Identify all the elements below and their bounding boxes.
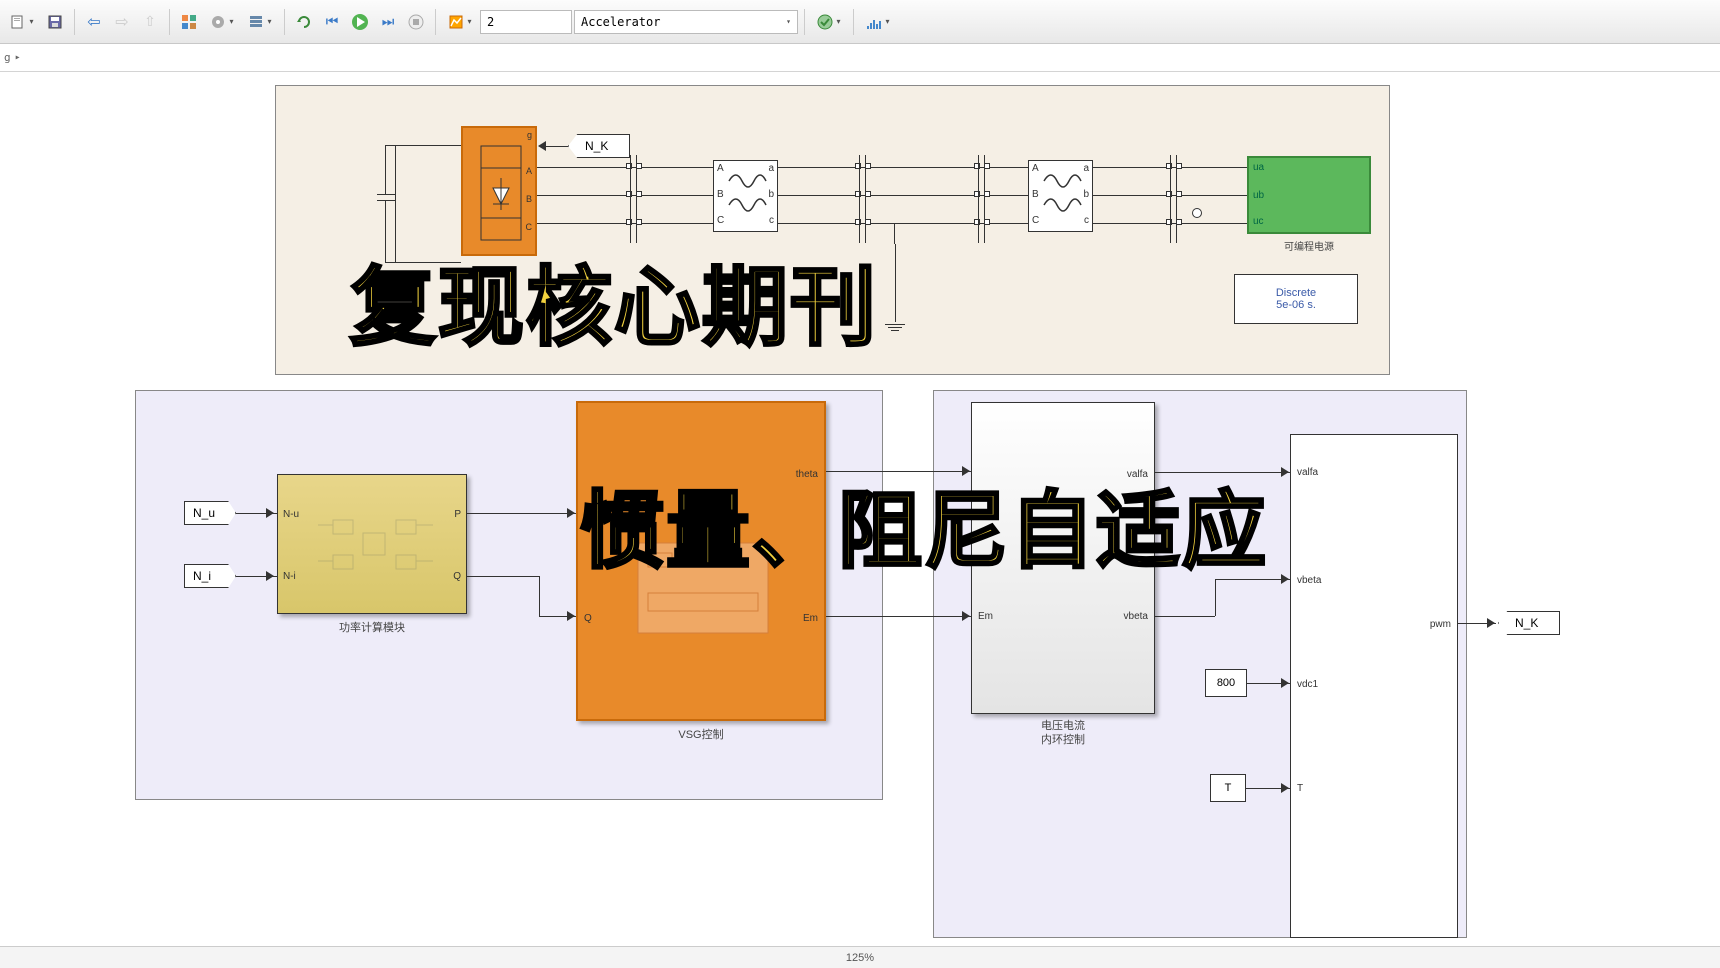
voltage-current-loop-block[interactable]: Em valfa vbeta: [971, 402, 1155, 714]
nav-forward-button[interactable]: ⇨: [109, 9, 135, 35]
breadcrumb-bar: g ▸: [0, 44, 1720, 72]
measurement-port-icon[interactable]: [1192, 208, 1202, 218]
constant-t-block[interactable]: T: [1210, 774, 1246, 802]
chevron-right-icon: ▸: [15, 52, 21, 63]
pwm-block[interactable]: valfa vbeta vdc1 T pwm: [1290, 434, 1458, 938]
zoom-level[interactable]: 125%: [846, 952, 874, 964]
from-tag-nu[interactable]: N_u: [184, 501, 236, 525]
ground-icon: [885, 244, 905, 331]
update-diagram-button[interactable]: [291, 9, 317, 35]
save-button[interactable]: [42, 9, 68, 35]
subsystem-area-power-circuit: [275, 85, 1390, 375]
nav-back-button[interactable]: ⇦: [81, 9, 107, 35]
stop-time-input[interactable]: [480, 10, 572, 34]
constant-800-block[interactable]: 800: [1205, 669, 1247, 697]
diagnostics-dropdown[interactable]: [811, 9, 847, 35]
stop-button[interactable]: [403, 9, 429, 35]
power-calc-label: 功率计算模块: [277, 619, 467, 635]
goto-tag-nk[interactable]: N_K: [1498, 611, 1560, 635]
programmable-source-label: 可编程电源: [1247, 238, 1371, 253]
filter-block-1[interactable]: A a B b C c: [713, 160, 778, 232]
step-forward-button[interactable]: ⏭: [375, 9, 401, 35]
library-browser-button[interactable]: [176, 9, 202, 35]
programmable-source-block[interactable]: ua ub uc: [1247, 156, 1371, 234]
from-tag-ni[interactable]: N_i: [184, 564, 236, 588]
main-toolbar: ⇦ ⇨ ⇧ ⏮ ⏭ Accelerator: [0, 0, 1720, 44]
run-button[interactable]: [347, 9, 373, 35]
simulation-mode-value: Accelerator: [581, 15, 660, 29]
powergui-block[interactable]: Discrete 5e-06 s.: [1234, 274, 1358, 324]
voltage-current-loop-label: 电压电流 内环控制: [971, 719, 1155, 748]
status-bar: 125%: [0, 946, 1720, 968]
model-explorer-dropdown[interactable]: [242, 9, 278, 35]
simulation-mode-select[interactable]: Accelerator: [574, 10, 798, 34]
data-inspector-dropdown[interactable]: [442, 9, 478, 35]
model-config-dropdown[interactable]: [204, 9, 240, 35]
vsg-control-label: VSG控制: [576, 726, 826, 742]
filter-block-2[interactable]: A a B b C c: [1028, 160, 1093, 232]
from-tag-nk[interactable]: N_K: [568, 134, 630, 158]
breadcrumb-item[interactable]: g: [4, 51, 11, 64]
step-back-button[interactable]: ⏮: [319, 9, 345, 35]
nav-up-button[interactable]: ⇧: [137, 9, 163, 35]
model-canvas[interactable]: g A B C N_K: [0, 72, 1720, 938]
vsg-control-block[interactable]: P Q theta Em: [576, 401, 826, 721]
power-calc-block[interactable]: N-u N-i P Q: [277, 474, 467, 614]
new-file-dropdown[interactable]: [4, 9, 40, 35]
logic-analyzer-dropdown[interactable]: [860, 9, 896, 35]
inverter-block[interactable]: g A B C: [461, 126, 537, 256]
